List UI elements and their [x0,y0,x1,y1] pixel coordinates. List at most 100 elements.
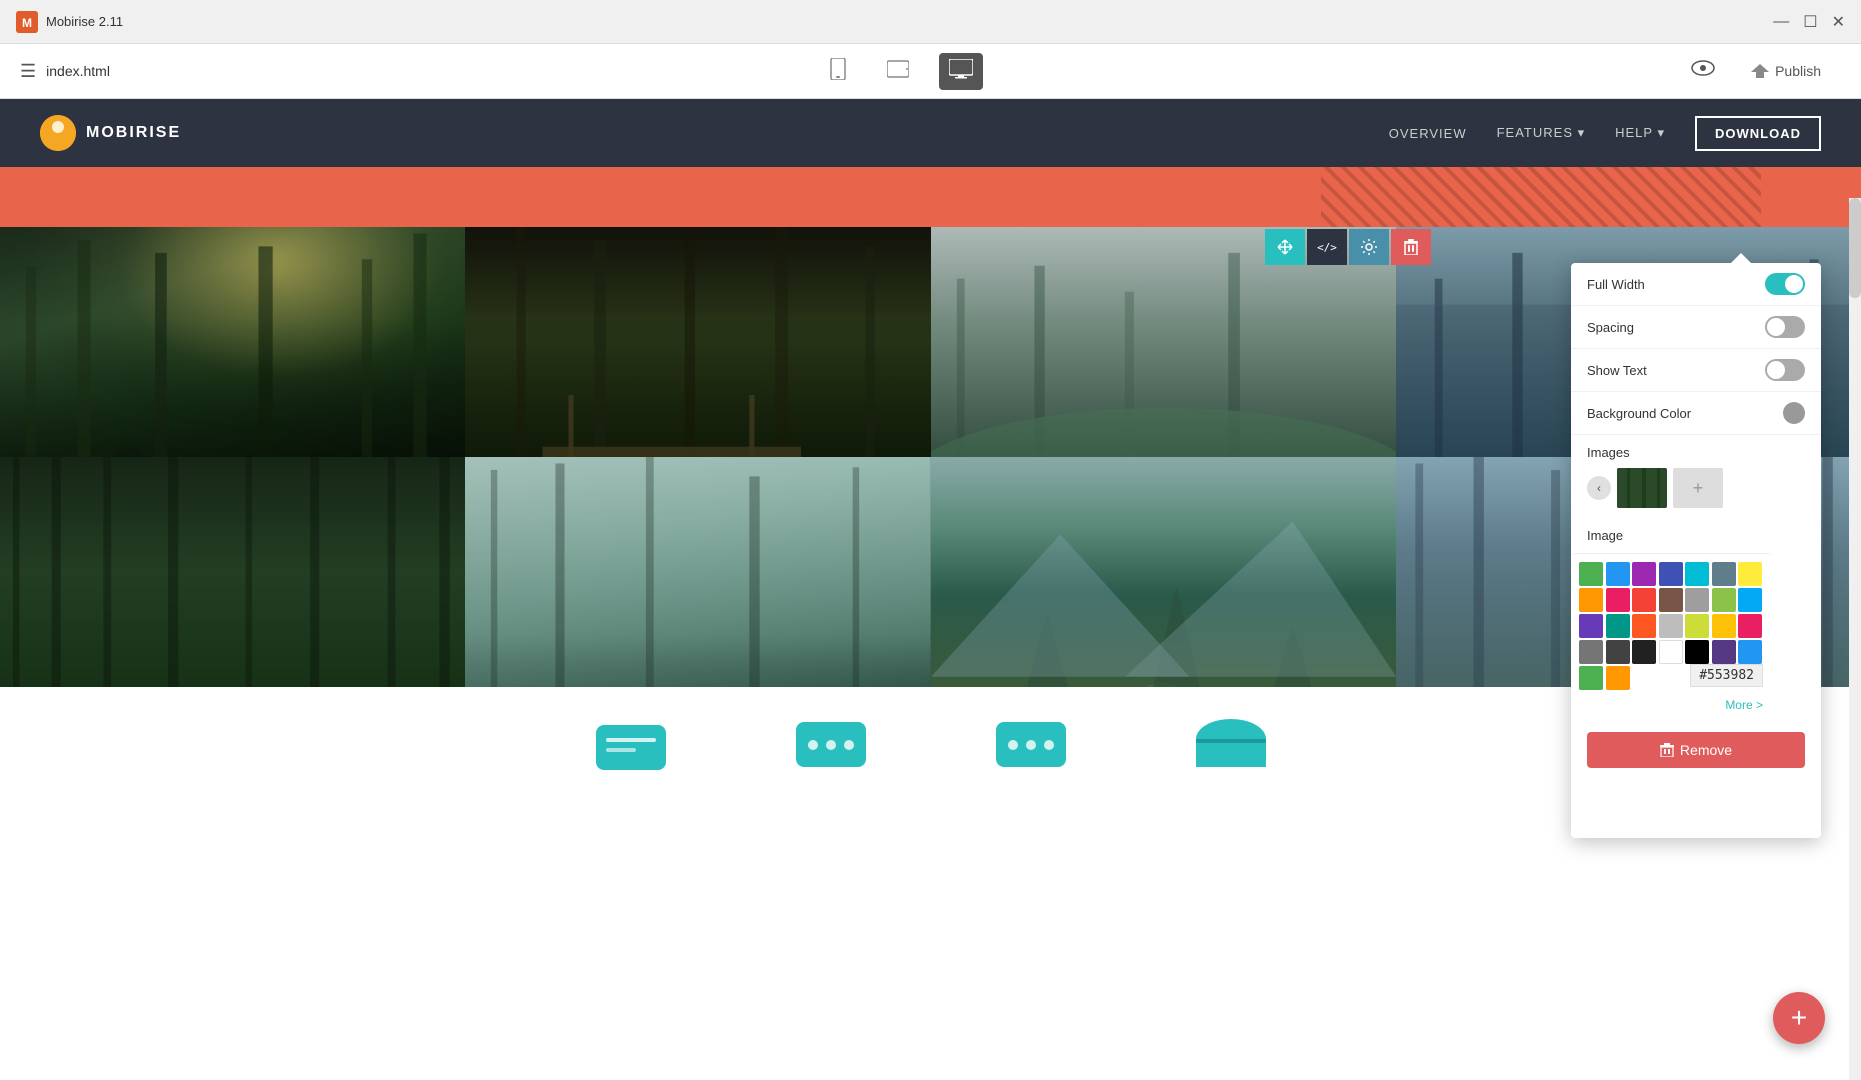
icon-4 [1191,717,1271,777]
tablet-view-button[interactable] [877,52,919,91]
color-swatch[interactable] [1659,562,1683,586]
mobile-view-button[interactable] [819,50,857,93]
scrollbar-thumb[interactable] [1849,198,1861,298]
color-swatch[interactable] [1632,614,1656,638]
block-move-button[interactable] [1265,229,1305,265]
images-label: Images [1587,445,1805,460]
color-swatch[interactable] [1685,614,1709,638]
color-swatch[interactable] [1738,640,1762,664]
app-logo: M [16,11,38,33]
remove-button-container: Remove [1571,722,1821,778]
image-thumb-1[interactable] [1617,468,1667,508]
show-text-toggle[interactable] [1765,359,1805,381]
add-block-button[interactable]: + [1773,992,1825,1044]
color-swatch[interactable] [1579,666,1603,690]
nav-features[interactable]: FEATURES ▾ [1497,125,1586,141]
block-delete-button[interactable] [1391,229,1431,265]
block-controls: </> [1265,229,1431,265]
spacing-toggle[interactable] [1765,316,1805,338]
images-prev-button[interactable]: ‹ [1587,476,1611,500]
full-width-toggle[interactable] [1765,273,1805,295]
toolbar-right: Publish [1691,55,1841,87]
color-swatch[interactable] [1685,588,1709,612]
toolbar: ☰ index.html [0,44,1861,99]
settings-arrow [1731,253,1751,263]
more-colors-link[interactable]: More > [1579,694,1763,714]
preview-navbar: MOBIRISE OVERVIEW FEATURES ▾ HELP ▾ DOWN… [0,99,1861,167]
color-swatch[interactable] [1685,640,1709,664]
minimize-button[interactable]: — [1773,13,1789,31]
color-swatch[interactable] [1738,562,1762,586]
color-swatch[interactable] [1659,614,1683,638]
color-swatch[interactable] [1685,562,1709,586]
brand: MOBIRISE [40,115,181,151]
background-color-row: Background Color [1571,392,1821,435]
color-swatch[interactable] [1712,588,1736,612]
color-swatch[interactable] [1579,562,1603,586]
color-swatch[interactable] [1712,562,1736,586]
image-thumb-2[interactable]: + [1673,468,1723,508]
scrollbar-track[interactable] [1849,198,1861,1080]
color-swatch[interactable] [1712,640,1736,664]
menu-button[interactable]: ☰ [20,61,36,82]
add-icon: + [1791,1002,1807,1034]
gallery-cell-6 [465,457,930,687]
block-settings-button[interactable] [1349,229,1389,265]
image-label: Image [1587,528,1623,543]
remove-label: Remove [1680,742,1732,758]
spacing-label: Spacing [1587,320,1634,335]
color-swatch[interactable] [1579,614,1603,638]
block-code-button[interactable]: </> [1307,229,1347,265]
color-swatch[interactable] [1632,640,1656,664]
color-swatch[interactable] [1579,640,1603,664]
publish-button[interactable]: Publish [1731,55,1841,87]
close-button[interactable]: ✕ [1832,12,1845,32]
color-swatch[interactable] [1579,588,1603,612]
color-swatch[interactable] [1738,588,1762,612]
gallery-cell-7 [931,457,1396,687]
remove-block-button[interactable]: Remove [1587,732,1805,768]
color-swatch[interactable] [1606,640,1630,664]
brand-logo [40,115,76,151]
color-picker-popup: #553982 More > [1571,553,1771,722]
main-content: MOBIRISE OVERVIEW FEATURES ▾ HELP ▾ DOWN… [0,99,1861,1080]
gallery-cell-1 [0,227,465,457]
color-swatch[interactable] [1632,562,1656,586]
settings-panel: Full Width Spacing Show Text Background … [1571,263,1821,838]
color-swatch[interactable] [1606,614,1630,638]
color-swatch[interactable] [1659,640,1683,664]
toolbar-left: ☰ index.html [20,61,110,82]
preview-button[interactable] [1691,59,1715,83]
nav-links: OVERVIEW FEATURES ▾ HELP ▾ DOWNLOAD [1389,116,1821,151]
icon-2 [791,717,871,777]
color-swatch[interactable] [1606,562,1630,586]
images-section: Images ‹ + [1571,435,1821,518]
background-color-picker[interactable] [1783,402,1805,424]
icon-1 [591,720,671,775]
current-file: index.html [46,63,110,79]
icon-3 [991,717,1071,777]
nav-help[interactable]: HELP ▾ [1615,125,1665,141]
image-label-row: Image [1571,518,1821,553]
color-swatch[interactable] [1712,614,1736,638]
color-swatch[interactable] [1659,588,1683,612]
color-swatch[interactable] [1738,614,1762,638]
color-swatch[interactable] [1606,588,1630,612]
background-color-label: Background Color [1587,406,1691,421]
desktop-view-button[interactable] [939,53,983,90]
gallery-cell-5 [0,457,465,687]
nav-download-btn[interactable]: DOWNLOAD [1695,116,1821,151]
orange-section [0,167,1861,227]
publish-label: Publish [1775,63,1821,79]
color-swatch[interactable] [1632,588,1656,612]
color-swatch[interactable] [1606,666,1630,690]
full-width-label: Full Width [1587,277,1645,292]
hex-value-display: #553982 [1690,664,1763,687]
maximize-button[interactable]: ☐ [1803,12,1817,32]
nav-overview[interactable]: OVERVIEW [1389,126,1467,141]
show-text-row: Show Text [1571,349,1821,392]
titlebar-left: M Mobirise 2.11 [16,11,123,33]
brand-name: MOBIRISE [86,124,181,142]
device-switcher [819,50,983,93]
titlebar: M Mobirise 2.11 — ☐ ✕ [0,0,1861,44]
